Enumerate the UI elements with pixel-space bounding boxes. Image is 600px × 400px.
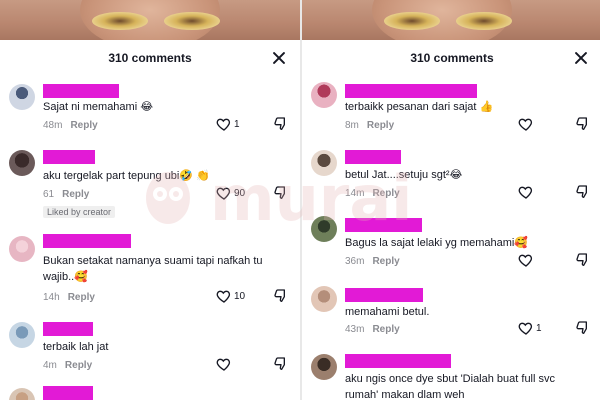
thumbs-down-icon[interactable] [575, 252, 591, 268]
reply-button[interactable]: Reply [62, 189, 89, 200]
redacted-username [345, 150, 401, 164]
heart-outline-icon[interactable] [518, 320, 534, 336]
reply-button[interactable]: Reply [367, 120, 394, 131]
comment-meta: 14m Reply [345, 188, 400, 199]
comment-text-line-2: rumah' makan dlam weh [345, 389, 465, 400]
avatar[interactable] [311, 82, 337, 108]
comment-text: terbaik lah jat [43, 341, 109, 353]
reply-button[interactable]: Reply [65, 360, 92, 371]
comment-time: 14h [43, 292, 60, 303]
redacted-username [345, 288, 423, 302]
comment-text: betul Jat....setuju sgt²😂 [345, 169, 463, 181]
comment-meta: 14h Reply [43, 292, 95, 303]
comments-count-title: 310 comments [410, 51, 494, 65]
thumbs-down-icon[interactable] [273, 288, 289, 304]
comment-meta: 48m Reply [43, 120, 98, 131]
comment-text: Bukan setakat namanya suami tapi nafkah … [43, 255, 263, 267]
redacted-username [43, 386, 93, 400]
redacted-username [43, 322, 93, 336]
liked-by-creator-badge: Liked by creator [43, 206, 116, 218]
comments-header: 310 comments [302, 40, 600, 76]
like-count: 90 [234, 188, 246, 199]
comments-header: 310 comments [0, 40, 300, 76]
comment-time: 14m [345, 188, 365, 199]
heart-outline-icon[interactable] [518, 252, 534, 268]
avatar[interactable] [9, 150, 35, 176]
heart-outline-icon[interactable] [216, 288, 232, 304]
comment-text: Sajat ni memahami 😂 [43, 101, 154, 113]
reply-button[interactable]: Reply [372, 188, 399, 199]
reply-button[interactable]: Reply [70, 120, 97, 131]
comment-time: 43m [345, 324, 365, 335]
thumbs-down-icon[interactable] [575, 184, 591, 200]
comment-text: memahami betul. [345, 306, 430, 318]
redacted-username [345, 218, 422, 232]
video-eye-right [164, 12, 220, 30]
comment-text: Bagus la sajat lelaki yg memahami🥰 [345, 237, 529, 249]
thumbs-down-icon[interactable] [575, 320, 591, 336]
comment-time: 8m [345, 120, 359, 131]
heart-outline-icon[interactable] [518, 184, 534, 200]
thumbs-down-icon[interactable] [273, 116, 289, 132]
avatar[interactable] [9, 322, 35, 348]
close-icon[interactable] [572, 49, 590, 67]
thumbs-down-icon[interactable] [273, 356, 289, 372]
comment-text: aku tergelak part tepung ubi🤣 👏 [43, 170, 210, 182]
redacted-username [43, 84, 119, 98]
left-comments-panel: 310 comments Sajat ni memahami 😂 48m Rep… [0, 0, 300, 400]
comment-meta: 8m Reply [345, 120, 394, 131]
comment-time: 61 [43, 189, 55, 200]
avatar[interactable] [9, 84, 35, 110]
heart-outline-icon[interactable] [216, 116, 232, 132]
avatar[interactable] [9, 236, 35, 262]
video-eye-left [92, 12, 148, 30]
reply-button[interactable]: Reply [68, 292, 95, 303]
avatar[interactable] [311, 216, 337, 242]
thumbs-down-icon[interactable] [575, 116, 591, 132]
heart-outline-icon[interactable] [216, 185, 232, 201]
redacted-username [43, 234, 131, 248]
video-eye-right [456, 12, 512, 30]
redacted-username [345, 354, 451, 368]
video-background [0, 0, 300, 40]
comment-meta: 36m Reply [345, 256, 400, 267]
like-count: 10 [234, 291, 246, 302]
comment-meta: 43m Reply [345, 324, 400, 335]
comment-time: 48m [43, 120, 63, 131]
redacted-username [43, 150, 95, 164]
right-comments-panel: 310 comments terbaikk pesanan dari sajat… [300, 0, 600, 400]
reply-button[interactable]: Reply [372, 256, 399, 267]
comment-time: 4m [43, 360, 57, 371]
redacted-username [345, 84, 477, 98]
avatar[interactable] [311, 286, 337, 312]
comment-time: 36m [345, 256, 365, 267]
comment-text: aku ngis once dye sbut 'Dialah buat full… [345, 373, 555, 385]
avatar[interactable] [311, 150, 337, 176]
video-background [302, 0, 600, 40]
comment-text: terbaikk pesanan dari sajat 👍 [345, 101, 494, 113]
heart-outline-icon[interactable] [518, 116, 534, 132]
comment-text-line-2: wajib..🥰 [43, 271, 88, 283]
reply-button[interactable]: Reply [372, 324, 399, 335]
like-count: 1 [536, 323, 542, 334]
comment-meta: 4m Reply [43, 360, 92, 371]
video-eye-left [384, 12, 440, 30]
thumbs-down-icon[interactable] [273, 185, 289, 201]
comment-meta: 61 Reply [43, 189, 89, 200]
close-icon[interactable] [270, 49, 288, 67]
comments-count-title: 310 comments [108, 51, 192, 65]
like-count: 1 [234, 119, 240, 130]
avatar[interactable] [311, 354, 337, 380]
heart-outline-icon[interactable] [216, 356, 232, 372]
